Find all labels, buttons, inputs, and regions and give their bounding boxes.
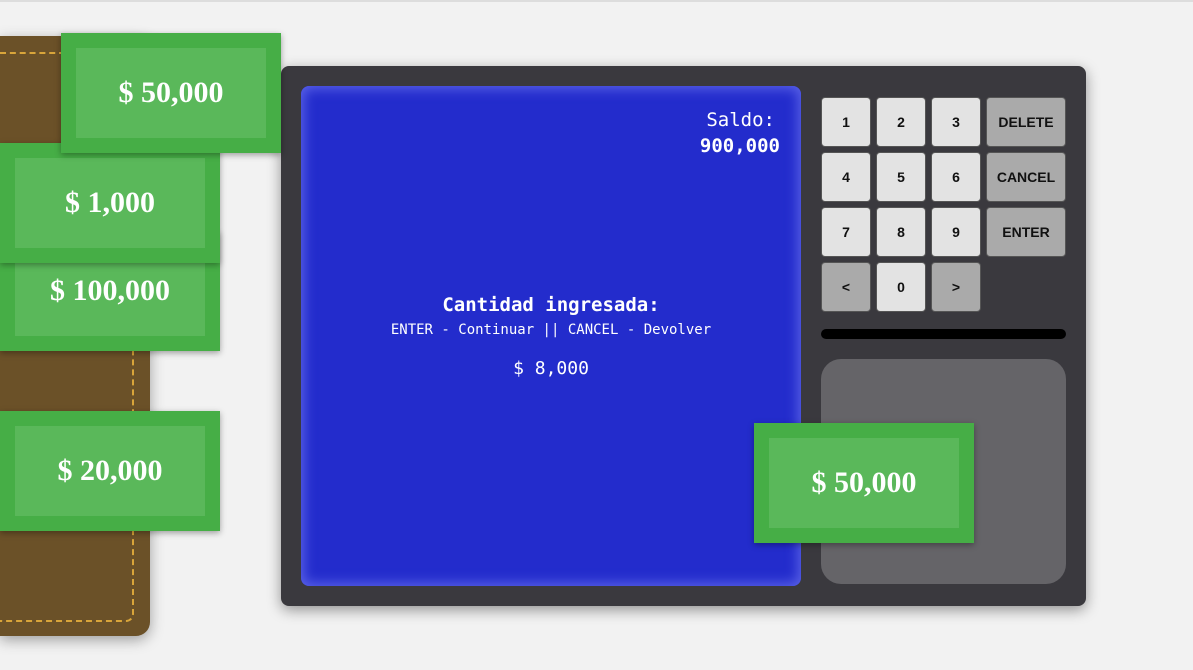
entered-amount: $ 8,000 [513,358,589,379]
key-3[interactable]: 3 [931,97,981,147]
balance-label: Saldo: [706,109,775,131]
atm-screen: Saldo: 900,000 Cantidad ingresada: ENTER… [301,86,801,586]
key-1[interactable]: 1 [821,97,871,147]
key-5[interactable]: 5 [876,152,926,202]
key-8[interactable]: 8 [876,207,926,257]
bill-50000[interactable]: $ 50,000 [61,33,281,153]
balance-value: 900,000 [699,135,780,157]
key-2[interactable]: 2 [876,97,926,147]
bill-1000[interactable]: $ 1,000 [0,143,220,263]
left-arrow-button[interactable]: < [821,262,871,312]
key-6[interactable]: 6 [931,152,981,202]
screen-instructions: ENTER - Continuar || CANCEL - Devolver [390,322,712,338]
key-7[interactable]: 7 [821,207,871,257]
tray-bill-50000[interactable]: $ 50,000 [754,423,974,543]
cancel-button[interactable]: CANCEL [986,152,1066,202]
delete-button[interactable]: DELETE [986,97,1066,147]
key-9[interactable]: 9 [931,207,981,257]
key-4[interactable]: 4 [821,152,871,202]
bill-20000[interactable]: $ 20,000 [0,411,220,531]
enter-button[interactable]: ENTER [986,207,1066,257]
screen-title: Cantidad ingresada: [442,294,660,316]
right-arrow-button[interactable]: > [931,262,981,312]
key-0[interactable]: 0 [876,262,926,312]
card-slot[interactable] [821,329,1066,339]
